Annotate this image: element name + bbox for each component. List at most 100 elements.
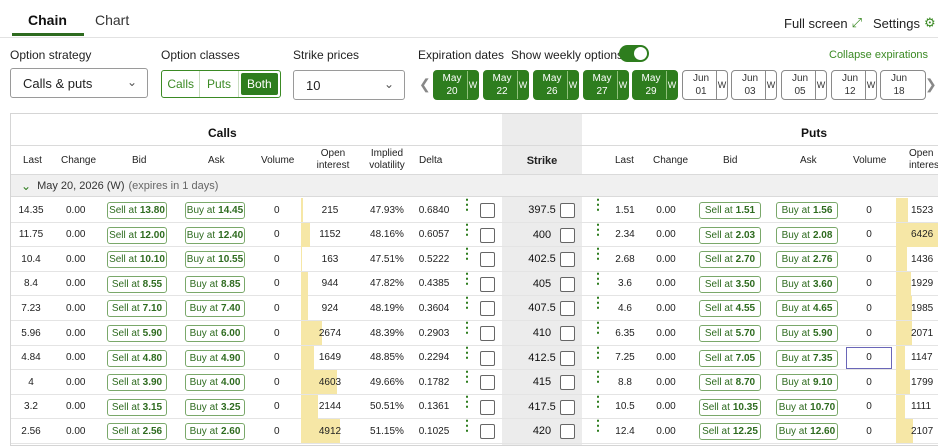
put-sell-button[interactable]: Sell at 3.50 bbox=[699, 275, 761, 293]
col-put-last[interactable]: Last bbox=[615, 155, 634, 167]
put-select-checkbox[interactable] bbox=[560, 276, 575, 292]
col-implied-volatility[interactable]: Implied volatility bbox=[365, 148, 409, 172]
col-last[interactable]: Last bbox=[23, 155, 42, 167]
put-select-checkbox[interactable] bbox=[560, 227, 575, 243]
call-select-checkbox[interactable] bbox=[480, 203, 495, 218]
put-buy-button[interactable]: Buy at 1.56 bbox=[776, 202, 838, 219]
col-bid[interactable]: Bid bbox=[132, 155, 146, 167]
put-more-icon[interactable]: ⋮ bbox=[591, 295, 605, 316]
put-more-icon[interactable]: ⋮ bbox=[591, 394, 605, 415]
call-sell-button[interactable]: Sell at 12.00 bbox=[107, 226, 167, 244]
call-select-checkbox[interactable] bbox=[480, 252, 495, 268]
put-sell-button[interactable]: Sell at 10.35 bbox=[699, 398, 761, 416]
col-change[interactable]: Change bbox=[61, 155, 96, 167]
expiration-date-button[interactable]: May 20 W bbox=[433, 70, 479, 100]
call-more-icon[interactable]: ⋮ bbox=[460, 369, 474, 390]
expiration-date-button[interactable]: Jun 05 W bbox=[781, 70, 827, 100]
put-buy-button[interactable]: Buy at 2.76 bbox=[776, 251, 838, 269]
put-select-checkbox[interactable] bbox=[560, 252, 575, 268]
expiration-date-button[interactable]: Jun 18 bbox=[880, 70, 926, 100]
put-buy-button[interactable]: Buy at 9.10 bbox=[776, 374, 838, 392]
call-sell-button[interactable]: Sell at 3.15 bbox=[107, 398, 167, 416]
col-put-volume[interactable]: Volume bbox=[853, 155, 886, 167]
call-sell-button[interactable]: Sell at 13.80 bbox=[107, 202, 167, 219]
call-more-icon[interactable]: ⋮ bbox=[460, 222, 474, 243]
call-select-checkbox[interactable] bbox=[480, 301, 495, 317]
put-select-checkbox[interactable] bbox=[560, 326, 575, 341]
call-buy-button[interactable]: Buy at 12.40 bbox=[185, 226, 245, 244]
call-sell-button[interactable]: Sell at 3.90 bbox=[107, 374, 167, 392]
put-select-checkbox[interactable] bbox=[560, 375, 575, 391]
call-more-icon[interactable]: ⋮ bbox=[460, 394, 474, 415]
put-buy-button[interactable]: Buy at 7.35 bbox=[776, 349, 838, 367]
put-sell-button[interactable]: Sell at 8.70 bbox=[699, 374, 761, 392]
call-sell-button[interactable]: Sell at 4.80 bbox=[107, 349, 167, 367]
put-more-icon[interactable]: ⋮ bbox=[591, 246, 605, 267]
expiration-date-button[interactable]: May 27 W bbox=[583, 70, 629, 100]
put-buy-button[interactable]: Buy at 10.70 bbox=[776, 398, 838, 416]
put-more-icon[interactable]: ⋮ bbox=[591, 345, 605, 366]
call-sell-button[interactable]: Sell at 10.10 bbox=[107, 251, 167, 269]
put-sell-button[interactable]: Sell at 12.25 bbox=[699, 423, 761, 441]
call-more-icon[interactable]: ⋮ bbox=[460, 197, 474, 218]
call-sell-button[interactable]: Sell at 7.10 bbox=[107, 300, 167, 318]
put-buy-button[interactable]: Buy at 2.08 bbox=[776, 226, 838, 244]
call-buy-button[interactable]: Buy at 2.60 bbox=[185, 423, 245, 441]
col-put-ask[interactable]: Ask bbox=[800, 155, 817, 167]
call-sell-button[interactable]: Sell at 5.90 bbox=[107, 325, 167, 342]
call-buy-button[interactable]: Buy at 4.90 bbox=[185, 349, 245, 367]
call-buy-button[interactable]: Buy at 8.85 bbox=[185, 275, 245, 293]
col-put-open-interest[interactable]: Open interest bbox=[909, 148, 938, 172]
tab-chain[interactable]: Chain bbox=[28, 12, 67, 28]
call-select-checkbox[interactable] bbox=[480, 399, 495, 415]
call-buy-button[interactable]: Buy at 14.45 bbox=[185, 202, 245, 219]
col-ask[interactable]: Ask bbox=[208, 155, 225, 167]
col-put-change[interactable]: Change bbox=[653, 155, 688, 167]
chevron-right-icon[interactable]: ❯ bbox=[925, 76, 937, 93]
expiration-date-button[interactable]: May 22 W bbox=[483, 70, 529, 100]
put-select-checkbox[interactable] bbox=[560, 350, 575, 366]
call-sell-button[interactable]: Sell at 2.56 bbox=[107, 423, 167, 441]
put-more-icon[interactable]: ⋮ bbox=[591, 369, 605, 390]
call-buy-button[interactable]: Buy at 7.40 bbox=[185, 300, 245, 318]
call-more-icon[interactable]: ⋮ bbox=[460, 345, 474, 366]
put-sell-button[interactable]: Sell at 2.70 bbox=[699, 251, 761, 269]
class-puts-button[interactable]: Puts bbox=[200, 71, 239, 97]
call-select-checkbox[interactable] bbox=[480, 227, 495, 243]
settings-button[interactable]: Settings ⚙ bbox=[873, 15, 936, 31]
call-select-checkbox[interactable] bbox=[480, 326, 495, 341]
put-more-icon[interactable]: ⋮ bbox=[591, 418, 605, 439]
tab-chart[interactable]: Chart bbox=[95, 12, 129, 28]
expiration-date-button[interactable]: May 29 W bbox=[632, 70, 678, 100]
call-buy-button[interactable]: Buy at 6.00 bbox=[185, 325, 245, 342]
put-sell-button[interactable]: Sell at 2.03 bbox=[699, 226, 761, 244]
put-select-checkbox[interactable] bbox=[560, 301, 575, 317]
weekly-options-toggle[interactable] bbox=[619, 45, 649, 62]
call-sell-button[interactable]: Sell at 8.55 bbox=[107, 275, 167, 293]
fullscreen-button[interactable]: Full screen ⤢ bbox=[784, 15, 862, 31]
call-select-checkbox[interactable] bbox=[480, 350, 495, 366]
expiration-date-button[interactable]: Jun 03 W bbox=[731, 70, 777, 100]
call-buy-button[interactable]: Buy at 3.25 bbox=[185, 398, 245, 416]
collapse-expirations-link[interactable]: Collapse expirations bbox=[829, 49, 928, 61]
put-select-checkbox[interactable] bbox=[560, 424, 575, 440]
put-select-checkbox[interactable] bbox=[560, 399, 575, 415]
put-sell-button[interactable]: Sell at 7.05 bbox=[699, 349, 761, 367]
col-strike[interactable]: Strike bbox=[502, 155, 582, 167]
class-both-button[interactable]: Both bbox=[240, 73, 278, 95]
put-sell-button[interactable]: Sell at 4.55 bbox=[699, 300, 761, 318]
call-buy-button[interactable]: Buy at 4.00 bbox=[185, 374, 245, 392]
expiration-date-button[interactable]: May 26 W bbox=[533, 70, 579, 100]
strike-prices-select[interactable]: 10 ⌄ bbox=[293, 70, 405, 100]
call-more-icon[interactable]: ⋮ bbox=[460, 271, 474, 292]
put-buy-button[interactable]: Buy at 4.65 bbox=[776, 300, 838, 318]
class-calls-button[interactable]: Calls bbox=[162, 71, 201, 97]
put-more-icon[interactable]: ⋮ bbox=[591, 271, 605, 292]
col-volume[interactable]: Volume bbox=[261, 155, 294, 167]
put-sell-button[interactable]: Sell at 1.51 bbox=[699, 202, 761, 219]
call-more-icon[interactable]: ⋮ bbox=[460, 418, 474, 439]
put-buy-button[interactable]: Buy at 5.90 bbox=[776, 325, 838, 342]
col-open-interest[interactable]: Open interest bbox=[316, 148, 350, 172]
call-more-icon[interactable]: ⋮ bbox=[460, 295, 474, 316]
expiration-date-button[interactable]: Jun 01 W bbox=[682, 70, 728, 100]
